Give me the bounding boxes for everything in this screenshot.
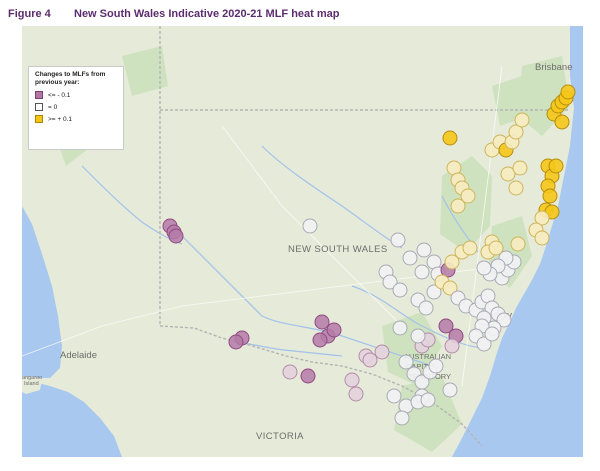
generator-marker[interactable] <box>450 198 466 214</box>
legend-swatch-purple <box>35 91 43 99</box>
generator-marker[interactable] <box>488 240 504 256</box>
generator-marker[interactable] <box>512 160 528 176</box>
generator-marker[interactable] <box>392 282 408 298</box>
generator-marker[interactable] <box>402 250 418 266</box>
figure-number: Figure 4 <box>8 8 51 20</box>
generator-marker[interactable] <box>510 236 526 252</box>
legend-item-zero: = 0 <box>35 103 117 111</box>
generator-marker[interactable] <box>302 218 318 234</box>
figure-title: Figure 4 New South Wales Indicative 2020… <box>8 6 340 22</box>
generator-marker[interactable] <box>168 228 184 244</box>
generator-marker[interactable] <box>410 328 426 344</box>
generator-marker[interactable] <box>228 334 244 350</box>
generator-marker[interactable] <box>348 386 364 402</box>
generator-marker[interactable] <box>514 112 530 128</box>
heat-map[interactable]: Brisbane NEW SOUTH WALES VICTORIA Adelai… <box>22 26 583 457</box>
legend-item-increase: >= + 0.1 <box>35 115 117 123</box>
generator-marker[interactable] <box>484 326 500 342</box>
generator-marker[interactable] <box>326 322 342 338</box>
legend-label-increase: >= + 0.1 <box>48 115 73 123</box>
kangaroo-island-label-2: Island <box>24 381 39 387</box>
legend-item-decrease: <= - 0.1 <box>35 91 117 99</box>
generator-marker[interactable] <box>442 130 458 146</box>
legend-swatch-yellow <box>35 115 43 123</box>
generator-marker[interactable] <box>560 84 576 100</box>
legend: Changes to MLFs from previous year: <= -… <box>28 66 124 150</box>
adelaide-label: Adelaide <box>60 350 97 361</box>
generator-marker[interactable] <box>554 114 570 130</box>
generator-marker[interactable] <box>362 352 378 368</box>
generator-marker[interactable] <box>462 240 478 256</box>
generator-marker[interactable] <box>534 230 550 246</box>
generator-marker[interactable] <box>416 242 432 258</box>
figure-caption: New South Wales Indicative 2020-21 MLF h… <box>74 8 340 20</box>
generator-marker[interactable] <box>418 300 434 316</box>
generator-marker[interactable] <box>542 188 558 204</box>
generator-marker[interactable] <box>444 338 460 354</box>
nsw-label: NEW SOUTH WALES <box>288 244 388 255</box>
generator-marker[interactable] <box>312 332 328 348</box>
generator-marker[interactable] <box>476 260 492 276</box>
legend-label-decrease: <= - 0.1 <box>48 91 71 99</box>
brisbane-label: Brisbane <box>535 62 573 73</box>
generator-marker[interactable] <box>344 372 360 388</box>
generator-marker[interactable] <box>428 358 444 374</box>
generator-marker[interactable] <box>398 354 414 370</box>
generator-marker[interactable] <box>442 382 458 398</box>
generator-marker[interactable] <box>386 388 402 404</box>
generator-marker[interactable] <box>390 232 406 248</box>
generator-marker[interactable] <box>392 320 408 336</box>
generator-marker[interactable] <box>394 410 410 426</box>
generator-marker[interactable] <box>508 180 524 196</box>
generator-marker[interactable] <box>282 364 298 380</box>
generator-marker[interactable] <box>414 264 430 280</box>
generator-marker[interactable] <box>314 314 330 330</box>
generator-marker[interactable] <box>374 344 390 360</box>
legend-swatch-white <box>35 103 43 111</box>
legend-title: Changes to MLFs from previous year: <box>35 71 106 86</box>
generator-marker[interactable] <box>548 158 564 174</box>
generator-marker[interactable] <box>300 368 316 384</box>
generator-marker[interactable] <box>420 392 436 408</box>
victoria-label: VICTORIA <box>256 431 304 442</box>
legend-label-zero: = 0 <box>48 103 58 111</box>
